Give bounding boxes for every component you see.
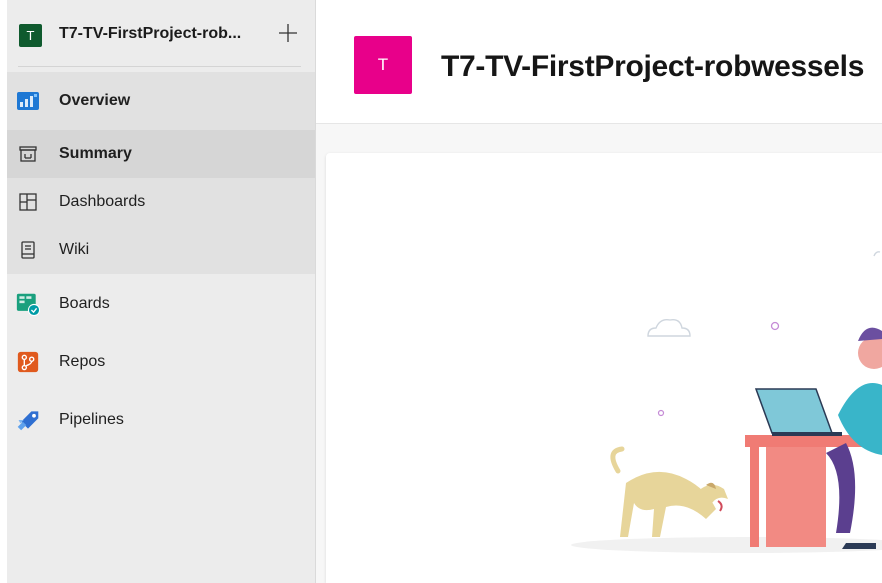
project-avatar: T: [19, 24, 42, 47]
nav-label-dashboards: Dashboards: [59, 193, 146, 210]
sidebar: T T7-TV-FirstProject-rob... Overview Sum…: [7, 0, 316, 583]
summary-icon: [16, 142, 40, 166]
nav-label-boards: Boards: [59, 295, 110, 312]
nav-item-overview[interactable]: Overview: [7, 72, 315, 130]
project-title-bar: T T7-TV-FirstProject-robwessels: [316, 0, 882, 124]
divider: [18, 66, 301, 67]
nav-label-summary: Summary: [59, 145, 132, 162]
boards-icon: [16, 292, 40, 317]
nav-item-dashboards[interactable]: Dashboards: [7, 178, 315, 226]
main-content: T T7-TV-FirstProject-robwessels: [316, 0, 882, 583]
window-edge: [0, 0, 7, 583]
wiki-icon: [16, 238, 40, 262]
nav-label-repos: Repos: [59, 353, 106, 370]
page-title: T7-TV-FirstProject-robwessels: [441, 50, 865, 83]
label-text: Pipelines: [59, 411, 124, 428]
welcome-card: [326, 153, 882, 583]
project-header[interactable]: T T7-TV-FirstProject-rob...: [7, 0, 315, 70]
project-avatar-large: T: [354, 36, 412, 94]
overview-icon: [16, 89, 40, 113]
nav-item-boards[interactable]: Boards: [7, 276, 315, 332]
plus-icon[interactable]: [277, 22, 299, 44]
welcome-illustration: [571, 251, 882, 553]
dashboards-icon: [16, 190, 40, 214]
nav-label-wiki: Wiki: [59, 241, 90, 258]
nav-item-repos[interactable]: Repos: [7, 334, 315, 390]
nav-label-pipelines: Pipelines: [59, 411, 124, 429]
nav-item-pipelines[interactable]: Pipelines: [7, 392, 315, 448]
nav-item-summary[interactable]: Summary: [7, 130, 315, 178]
nav-label-overview: Overview: [59, 92, 131, 109]
project-name[interactable]: T7-TV-FirstProject-rob...: [59, 25, 241, 43]
pipelines-icon: [16, 408, 40, 432]
nav-item-wiki[interactable]: Wiki: [7, 226, 315, 274]
repos-icon: [16, 350, 40, 374]
